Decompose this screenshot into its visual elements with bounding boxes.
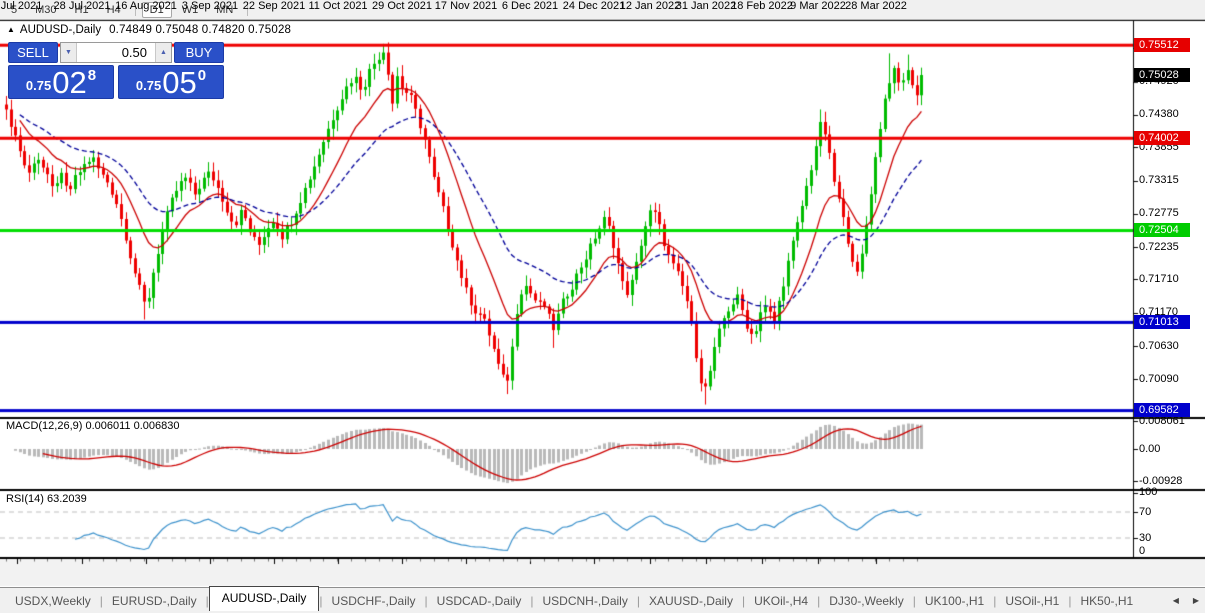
date-axis-label: 9 Jul 2021 <box>0 0 42 12</box>
current-price-tag: 0.75028 <box>1134 68 1190 82</box>
tab-scroll-arrows: ◀▶ <box>1173 596 1199 605</box>
buy-price-display[interactable]: 0.75 05 0 <box>118 65 224 99</box>
date-axis-label: 24 Dec 2021 <box>563 0 625 12</box>
symbol-tab-audusd-daily[interactable]: AUDUSD-,Daily <box>209 586 320 611</box>
price-axis-tick-label: 0.70090 <box>1139 373 1179 385</box>
price-axis-tick-label: 0.73315 <box>1139 174 1179 186</box>
price-axis-tick-label: 0.70630 <box>1139 340 1179 352</box>
chart-symbol-label: AUDUSD-,Daily <box>20 24 101 36</box>
buy-price-pipette: 0 <box>198 67 206 84</box>
price-level-tag: 0.71013 <box>1134 315 1190 329</box>
symbol-tab-xauusd-daily[interactable]: XAUUSD-,Daily <box>640 591 742 611</box>
rsi-axis-tick-label: 70 <box>1139 506 1151 518</box>
symbol-tab-uk100-h1[interactable]: UK100-,H1 <box>916 591 993 611</box>
date-axis-label: 18 Feb 2022 <box>731 0 793 12</box>
symbol-tab-usoil-h1[interactable]: USOil-,H1 <box>996 591 1068 611</box>
price-axis-tick-label: 0.74380 <box>1139 108 1179 120</box>
symbol-tab-dj30-weekly[interactable]: DJ30-,Weekly <box>820 591 912 611</box>
date-axis-label: 22 Sep 2021 <box>243 0 305 12</box>
symbol-tab-ukoil-h4[interactable]: UKOil-,H4 <box>745 591 817 611</box>
sell-price-big-digits: 02 <box>52 70 86 96</box>
price-axis-tick-label: 0.72235 <box>1139 241 1179 253</box>
symbol-tab-usdx-weekly[interactable]: USDX,Weekly <box>6 591 100 611</box>
date-axis-label: 28 Jul 2021 <box>54 0 111 12</box>
date-axis-label: 29 Oct 2021 <box>372 0 432 12</box>
symbol-tab-eurusd-daily[interactable]: EURUSD-,Daily <box>103 591 206 611</box>
sell-price-display[interactable]: 0.75 02 8 <box>8 65 114 99</box>
price-level-tag: 0.72504 <box>1134 223 1190 237</box>
tab-scroll-right-icon[interactable]: ▶ <box>1193 596 1199 605</box>
macd-axis-tick-label: -0.00928 <box>1139 475 1182 487</box>
rsi-panel-label: RSI(14) 63.2039 <box>6 493 87 505</box>
tab-scroll-left-icon[interactable]: ◀ <box>1173 596 1179 605</box>
date-axis-label: 9 Mar 2022 <box>790 0 846 12</box>
sell-price-prefix: 0.75 <box>26 78 51 93</box>
date-axis-label: 3 Sep 2021 <box>182 0 238 12</box>
volume-stepper: ▼ 0.50 ▲ <box>60 42 172 63</box>
volume-increase-icon[interactable]: ▲ <box>155 43 171 62</box>
macd-panel-label: MACD(12,26,9) 0.006011 0.006830 <box>6 420 179 432</box>
sell-price-pipette: 8 <box>88 67 96 84</box>
date-axis-label: 12 Jan 2022 <box>620 0 681 12</box>
date-axis-label: 16 Aug 2021 <box>115 0 177 12</box>
price-axis-tick-label: 0.71710 <box>1139 273 1179 285</box>
date-axis-label: 31 Jan 2022 <box>676 0 737 12</box>
chart-title: ▲ AUDUSD-,Daily 0.74849 0.75048 0.74820 0.… <box>7 24 291 36</box>
symbol-tab-usdcad-daily[interactable]: USDCAD-,Daily <box>428 591 531 611</box>
buy-button[interactable]: BUY <box>174 42 224 63</box>
symbol-tab-hk50-h1[interactable]: HK50-,H1 <box>1071 591 1142 611</box>
rsi-axis-tick-label: 100 <box>1139 486 1157 498</box>
chart-ohlc-values: 0.74849 0.75048 0.74820 0.75028 <box>109 24 291 36</box>
volume-decrease-icon[interactable]: ▼ <box>61 43 77 62</box>
price-level-tag: 0.75512 <box>1134 38 1190 52</box>
price-level-tag: 0.74002 <box>1134 131 1190 145</box>
sell-button[interactable]: SELL <box>8 42 58 63</box>
date-axis-label: 11 Oct 2021 <box>308 0 367 12</box>
symbol-tab-bar: USDX,Weekly|EURUSD-,Daily|AUDUSD-,Daily|… <box>0 587 1205 613</box>
rsi-axis-tick-label: 30 <box>1139 532 1151 544</box>
symbol-tab-usdcnh-daily[interactable]: USDCNH-,Daily <box>533 591 636 611</box>
one-click-trade-panel: SELL ▼ 0.50 ▲ BUY 0.75 02 8 0.75 05 0 <box>8 42 224 99</box>
price-level-tag: 0.69582 <box>1134 403 1190 417</box>
buy-price-big-digits: 05 <box>162 70 196 96</box>
date-axis-label: 17 Nov 2021 <box>435 0 497 12</box>
buy-price-prefix: 0.75 <box>136 78 161 93</box>
symbol-tab-usdchf-daily[interactable]: USDCHF-,Daily <box>323 591 425 611</box>
rsi-axis-tick-label: 0 <box>1139 545 1145 557</box>
trading-platform-window: 5M30H1H4D1W1MN ▲AUDUSD-,Daily0.74849 0.7… <box>0 0 1205 613</box>
collapse-triangle-icon[interactable]: ▲ <box>7 25 15 34</box>
date-axis-label: 6 Dec 2021 <box>502 0 558 12</box>
volume-input[interactable]: 0.50 <box>77 43 155 62</box>
price-axis-tick-label: 0.72775 <box>1139 207 1179 219</box>
macd-axis-tick-label: 0.00 <box>1139 443 1160 455</box>
date-axis-label: 28 Mar 2022 <box>845 0 907 12</box>
